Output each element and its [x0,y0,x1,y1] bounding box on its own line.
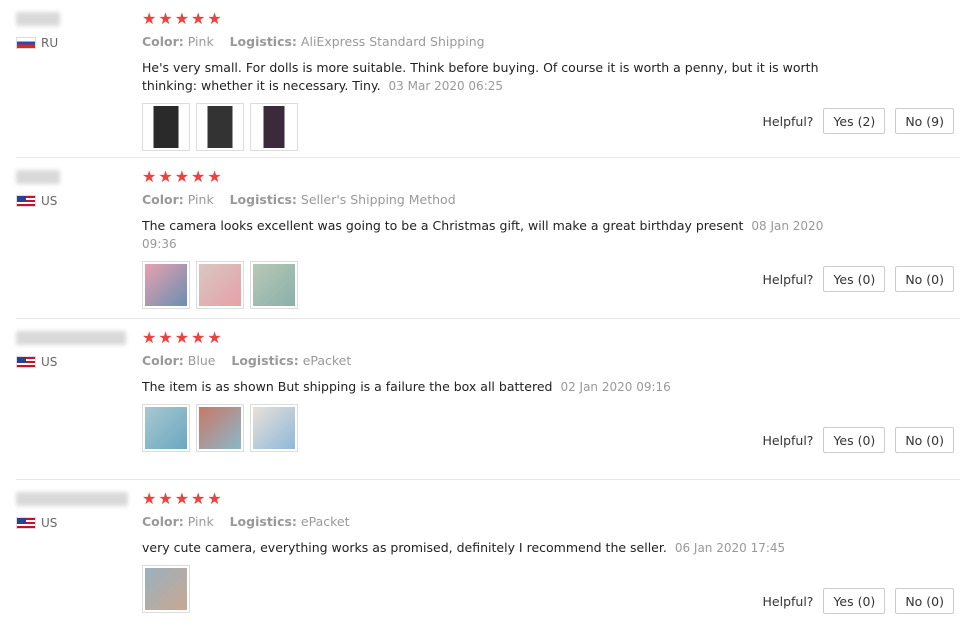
reviewer: US [16,170,136,208]
helpful-no-button[interactable]: No (0) [895,266,954,292]
color-value: Pink [187,192,214,207]
reviewer-name-blurred [16,170,60,184]
review-body: very cute camera, everything works as pr… [142,540,667,555]
review-meta: Color: Pink Logistics: AliExpress Standa… [142,34,960,49]
logistics-value: ePacket [300,514,350,529]
review-item: US ★★★★★ Color: Pink Logistics: ePacket … [16,480,960,624]
star-rating: ★★★★★ [142,489,224,508]
country-code: US [41,516,58,530]
color-key: Color: [142,514,184,529]
helpful-no-button[interactable]: No (0) [895,588,954,614]
reviewer-country: US [16,194,57,208]
helpful-label: Helpful? [762,593,814,609]
review-photo[interactable] [196,404,244,452]
color-key: Color: [142,34,184,49]
logistics-value: Seller's Shipping Method [300,192,456,207]
color-value: Pink [187,514,214,529]
helpful-yes-button[interactable]: Yes (0) [823,588,886,614]
logistics-key: Logistics: [229,192,297,207]
review-item: US ★★★★★ Color: Blue Logistics: ePacket … [16,319,960,480]
helpful-label: Helpful? [762,432,814,448]
reviewer-name-blurred [16,331,126,345]
color-key: Color: [142,192,184,207]
star-rating: ★★★★★ [142,9,224,28]
review-photo[interactable] [142,261,190,309]
helpful-vote: Helpful? Yes (0) No (0) [763,427,954,453]
star-rating: ★★★★★ [142,167,224,186]
review-text: The camera looks excellent was going to … [142,217,842,253]
flag-us-icon [16,356,36,368]
review-photo[interactable] [142,103,190,151]
review-date: 03 Mar 2020 06:25 [388,79,504,93]
helpful-label: Helpful? [762,113,814,129]
review-meta: Color: Pink Logistics: Seller's Shipping… [142,192,960,207]
logistics-key: Logistics: [229,514,297,529]
review-text: He's very small. For dolls is more suita… [142,59,842,95]
reviewer: RU [16,12,136,50]
flag-us-icon [16,195,36,207]
logistics-value: AliExpress Standard Shipping [300,34,485,49]
helpful-vote: Helpful? Yes (0) No (0) [763,266,954,292]
helpful-no-button[interactable]: No (9) [895,108,954,134]
country-code: RU [41,36,59,50]
reviewer-name-blurred [16,492,128,506]
review-text: very cute camera, everything works as pr… [142,539,842,557]
star-rating: ★★★★★ [142,328,224,347]
logistics-value: ePacket [302,353,352,368]
country-code: US [41,194,58,208]
review-photo[interactable] [142,404,190,452]
reviewer-country: RU [16,36,58,50]
color-value: Blue [187,353,216,368]
review-item: US ★★★★★ Color: Pink Logistics: Seller's… [16,158,960,319]
review-meta: Color: Blue Logistics: ePacket [142,353,960,368]
reviewer-country: US [16,516,57,530]
country-code: US [41,355,58,369]
review-item: RU ★★★★★ Color: Pink Logistics: AliExpre… [16,0,960,158]
review-photo[interactable] [142,565,190,613]
flag-ru-icon [16,37,36,49]
reviewer: US [16,331,136,369]
review-photo[interactable] [250,261,298,309]
review-date: 02 Jan 2020 09:16 [560,380,671,394]
review-body: The camera looks excellent was going to … [142,218,744,233]
helpful-vote: Helpful? Yes (0) No (0) [763,588,954,614]
reviewer-name-blurred [16,12,60,26]
review-meta: Color: Pink Logistics: ePacket [142,514,960,529]
review-photo[interactable] [196,261,244,309]
helpful-label: Helpful? [762,271,814,287]
review-photo[interactable] [250,103,298,151]
reviewer-country: US [16,355,57,369]
helpful-vote: Helpful? Yes (2) No (9) [763,108,954,134]
logistics-key: Logistics: [231,353,299,368]
review-photo[interactable] [250,404,298,452]
logistics-key: Logistics: [229,34,297,49]
helpful-no-button[interactable]: No (0) [895,427,954,453]
reviewer: US [16,492,136,530]
review-photo[interactable] [196,103,244,151]
color-value: Pink [187,34,214,49]
review-date: 06 Jan 2020 17:45 [674,541,786,555]
helpful-yes-button[interactable]: Yes (2) [823,108,886,134]
color-key: Color: [142,353,184,368]
review-body: The item is as shown But shipping is a f… [142,379,553,394]
flag-us-icon [16,517,36,529]
review-text: The item is as shown But shipping is a f… [142,378,842,396]
helpful-yes-button[interactable]: Yes (0) [823,266,886,292]
helpful-yes-button[interactable]: Yes (0) [823,427,886,453]
